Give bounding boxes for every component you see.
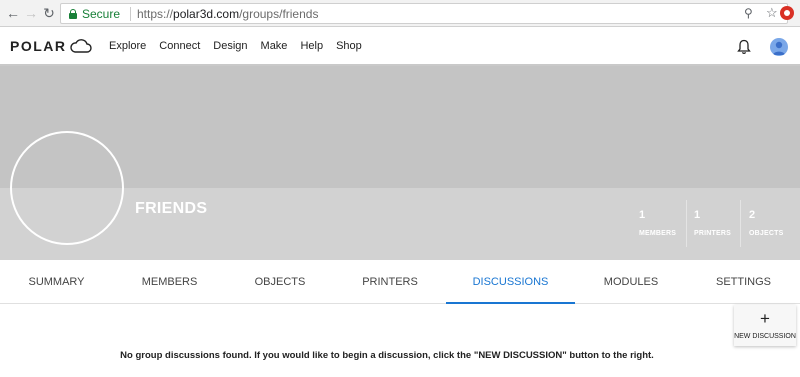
stat-printers-label: PRINTERS — [694, 230, 731, 237]
polar-logo[interactable]: POLAR — [10, 38, 92, 54]
stat-members-value: 1 — [639, 209, 646, 221]
tab-discussions[interactable]: DISCUSSIONS — [446, 260, 575, 304]
new-discussion-label: NEW DISCUSSION — [734, 333, 796, 340]
nav-make[interactable]: Make — [261, 40, 288, 52]
forward-arrow-icon[interactable]: → — [22, 4, 40, 22]
url-path: /groups/friends — [239, 7, 319, 21]
stat-objects[interactable]: 2 OBJECTS — [749, 200, 783, 247]
nav-help[interactable]: Help — [300, 40, 323, 52]
logo-text: POLAR — [10, 38, 67, 54]
tab-objects[interactable]: OBJECTS — [226, 260, 334, 304]
nav-shop[interactable]: Shop — [336, 40, 362, 52]
stat-divider — [740, 200, 741, 247]
stat-members[interactable]: 1 MEMBERS — [639, 200, 676, 247]
url-text[interactable]: https://polar3d.com/groups/friends — [137, 7, 318, 21]
nav-design[interactable]: Design — [213, 40, 247, 52]
address-bar[interactable]: Secure https://polar3d.com/groups/friend… — [60, 3, 788, 24]
lock-icon — [69, 9, 77, 19]
stat-divider — [686, 200, 687, 247]
main-nav: Explore Connect Design Make Help Shop — [109, 40, 375, 52]
user-avatar[interactable] — [770, 38, 788, 56]
empty-discussions-message: No group discussions found. If you would… — [120, 350, 654, 361]
nav-explore[interactable]: Explore — [109, 40, 146, 52]
tab-settings[interactable]: SETTINGS — [687, 260, 800, 304]
group-name: FRIENDS — [135, 200, 208, 217]
back-arrow-icon[interactable]: ← — [4, 4, 22, 22]
browser-toolbar: ← → ↻ Secure https://polar3d.com/groups/… — [0, 0, 800, 27]
stat-objects-value: 2 — [749, 209, 756, 221]
zoom-icon[interactable]: ⚲ — [744, 6, 753, 20]
stat-printers[interactable]: 1 PRINTERS — [694, 200, 731, 247]
secure-label: Secure — [82, 7, 121, 21]
reload-icon[interactable]: ↻ — [40, 4, 58, 22]
tab-printers[interactable]: PRINTERS — [334, 260, 446, 304]
stat-objects-label: OBJECTS — [749, 230, 784, 237]
new-discussion-button[interactable]: + NEW DISCUSSION — [734, 305, 796, 346]
user-icon — [773, 41, 785, 55]
group-avatar — [10, 131, 124, 245]
cloud-icon — [69, 39, 92, 53]
tab-modules[interactable]: MODULES — [575, 260, 687, 304]
address-separator — [130, 7, 131, 21]
active-tab-indicator — [446, 302, 575, 304]
url-host: polar3d.com — [173, 7, 240, 21]
plus-icon: + — [760, 309, 770, 328]
url-scheme: https:// — [137, 7, 174, 21]
nav-connect[interactable]: Connect — [159, 40, 200, 52]
group-tabs: SUMMARY MEMBERS OBJECTS PRINTERS DISCUSS… — [0, 260, 800, 304]
notification-bell-icon[interactable] — [737, 39, 751, 55]
tab-summary[interactable]: SUMMARY — [0, 260, 113, 304]
extension-icon[interactable] — [780, 6, 794, 20]
bookmark-star-icon[interactable]: ☆ — [766, 5, 778, 21]
stat-members-label: MEMBERS — [639, 230, 677, 237]
stat-printers-value: 1 — [694, 209, 701, 221]
app-header: POLAR Explore Connect Design Make Help S… — [0, 27, 800, 66]
tab-members[interactable]: MEMBERS — [113, 260, 226, 304]
